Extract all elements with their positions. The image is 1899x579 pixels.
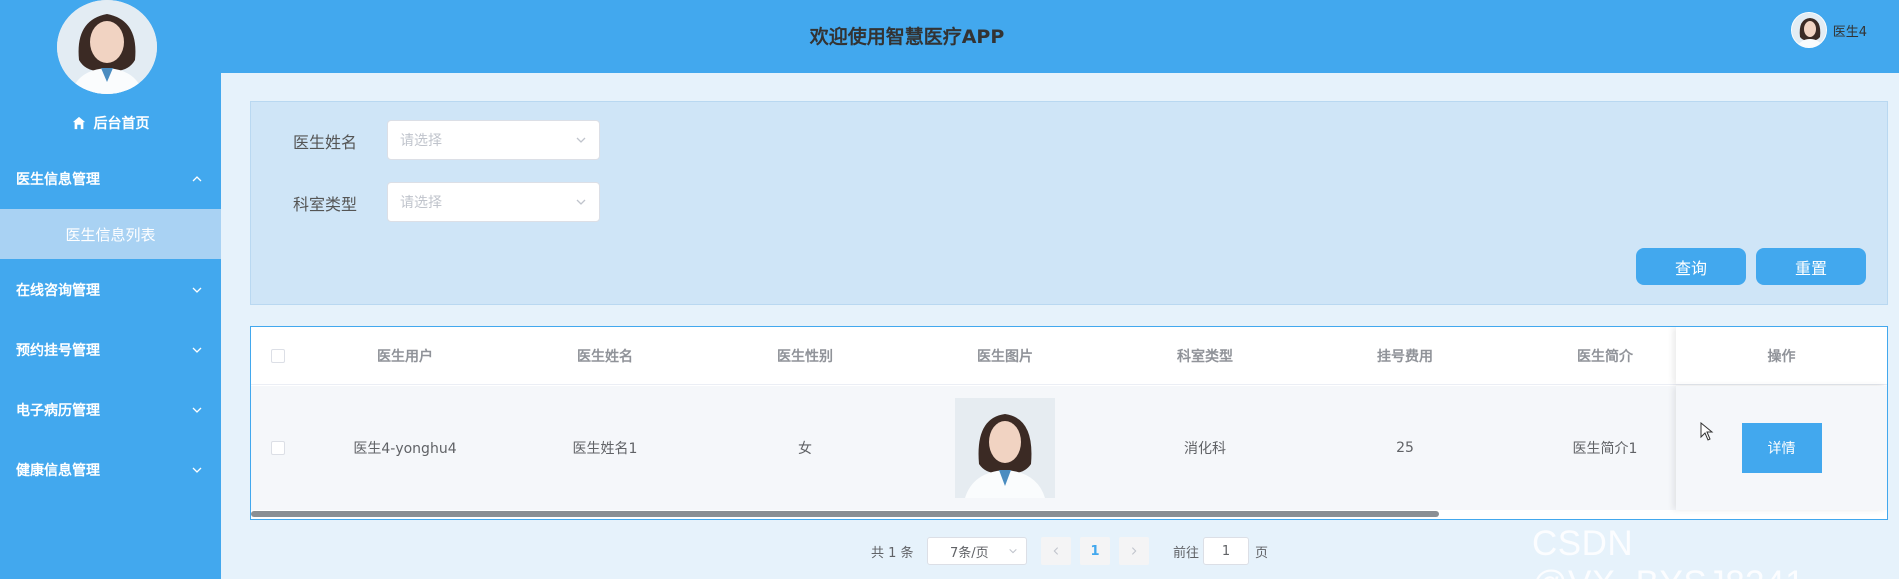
horizontal-scrollbar[interactable] xyxy=(251,511,1439,517)
sidebar-menu-appointment[interactable]: 预约挂号管理 xyxy=(0,330,221,370)
chevron-down-icon xyxy=(576,199,586,205)
select-placeholder: 请选择 xyxy=(400,133,442,149)
user-name: 医生4 xyxy=(1832,24,1867,40)
select-all-checkbox[interactable] xyxy=(271,348,285,363)
col-photo: 医生图片 xyxy=(977,348,1033,365)
submenu-label: 医生信息列表 xyxy=(65,225,156,244)
prev-page-button[interactable] xyxy=(1041,537,1071,565)
chevron-left-icon xyxy=(1053,547,1059,555)
search-panel: 医生姓名 请选择 科室类型 请选择 查询 重置 xyxy=(250,101,1888,305)
sidebar: 后台首页 医生信息管理 医生信息列表 在线咨询管理 预约挂号管理 电子病历管理 … xyxy=(0,0,221,579)
menu-label: 预约挂号管理 xyxy=(16,343,100,359)
sidebar-subitem-doctor-list[interactable]: 医生信息列表 xyxy=(0,209,221,259)
chevron-down-icon xyxy=(192,287,202,293)
chevron-down-icon xyxy=(192,407,202,413)
user-menu[interactable]: 医生4 xyxy=(1790,12,1867,48)
col-gender: 医生性别 xyxy=(777,348,833,365)
table-row: 医生4-yonghu4 医生姓名1 女 消化科 25 医生简介1 详情 xyxy=(251,386,1887,510)
select-placeholder: 请选择 xyxy=(400,195,442,211)
chevron-right-icon xyxy=(1131,547,1137,555)
action-col-header: 操作 xyxy=(1676,327,1887,384)
doctor-name-label: 医生姓名 xyxy=(293,133,358,152)
col-department: 科室类型 xyxy=(1177,348,1233,365)
menu-label: 医生信息管理 xyxy=(16,172,100,188)
reset-button[interactable]: 重置 xyxy=(1756,248,1866,285)
cell-intro: 医生简介1 xyxy=(1572,441,1638,457)
col-doctor-name: 医生姓名 xyxy=(577,348,633,365)
home-icon xyxy=(72,116,85,130)
goto-label: 前往 xyxy=(1173,545,1200,561)
action-col-cell: 详情 xyxy=(1676,386,1887,510)
col-action: 操作 xyxy=(1767,348,1796,365)
select-all-cell xyxy=(251,327,305,384)
cell-doctor-name: 医生姓名1 xyxy=(572,441,638,457)
col-intro: 医生简介 xyxy=(1577,348,1633,365)
mouse-cursor-icon xyxy=(1700,422,1714,441)
chevron-down-icon xyxy=(192,347,202,353)
row-select-cell xyxy=(251,386,305,510)
page-size-select[interactable]: 7条/页 xyxy=(927,537,1027,565)
chevron-down-icon xyxy=(1009,548,1017,554)
col-fee: 挂号费用 xyxy=(1377,348,1433,365)
doctor-name-select[interactable]: 请选择 xyxy=(387,120,600,160)
cell-doctor-user: 医生4-yonghu4 xyxy=(353,441,457,457)
top-header: 欢迎使用智慧医疗APP 医生4 xyxy=(221,0,1899,73)
page-number-1[interactable]: 1 xyxy=(1080,537,1110,565)
sidebar-menu-health[interactable]: 健康信息管理 xyxy=(0,450,221,490)
cell-photo xyxy=(905,386,1105,510)
menu-label: 电子病历管理 xyxy=(16,403,100,419)
cell-gender: 女 xyxy=(798,441,812,457)
sidebar-menu-consult[interactable]: 在线咨询管理 xyxy=(0,270,221,310)
action-cell: 详情 xyxy=(1676,386,1887,510)
col-doctor-user: 医生用户 xyxy=(377,348,433,365)
sidebar-menu-doctor-info[interactable]: 医生信息管理 xyxy=(0,159,221,199)
page-size-value: 7条/页 xyxy=(950,545,989,561)
sidebar-home-link[interactable]: 后台首页 xyxy=(0,113,221,133)
row-checkbox[interactable] xyxy=(271,441,285,455)
cell-department: 消化科 xyxy=(1184,441,1226,457)
page-title: 欢迎使用智慧医疗APP xyxy=(809,26,1005,48)
next-page-button[interactable] xyxy=(1119,537,1149,565)
detail-button[interactable]: 详情 xyxy=(1741,423,1822,473)
chevron-up-icon xyxy=(192,176,202,182)
department-select[interactable]: 请选择 xyxy=(387,182,600,222)
sidebar-menu-records[interactable]: 电子病历管理 xyxy=(0,390,221,430)
avatar xyxy=(1790,12,1827,48)
menu-label: 健康信息管理 xyxy=(16,463,100,479)
query-button[interactable]: 查询 xyxy=(1636,248,1746,285)
chevron-down-icon xyxy=(576,137,586,143)
sidebar-avatar xyxy=(57,0,157,94)
page-suffix: 页 xyxy=(1255,545,1269,561)
chevron-down-icon xyxy=(192,467,202,473)
goto-page-input[interactable]: 1 xyxy=(1203,537,1249,565)
department-label: 科室类型 xyxy=(293,195,358,214)
pagination-total: 共 1 条 xyxy=(871,545,914,561)
doctor-table: 医生用户 医生姓名 医生性别 医生图片 科室类型 挂号费用 医生简介 操作 医生… xyxy=(250,326,1888,520)
menu-label: 在线咨询管理 xyxy=(16,283,100,299)
cell-fee: 25 xyxy=(1396,440,1414,456)
home-label: 后台首页 xyxy=(93,116,150,132)
watermark: CSDN @VX_BYSJ8341 xyxy=(1532,524,1805,579)
doctor-photo xyxy=(955,398,1055,498)
table-header: 医生用户 医生姓名 医生性别 医生图片 科室类型 挂号费用 医生简介 操作 xyxy=(251,327,1887,385)
